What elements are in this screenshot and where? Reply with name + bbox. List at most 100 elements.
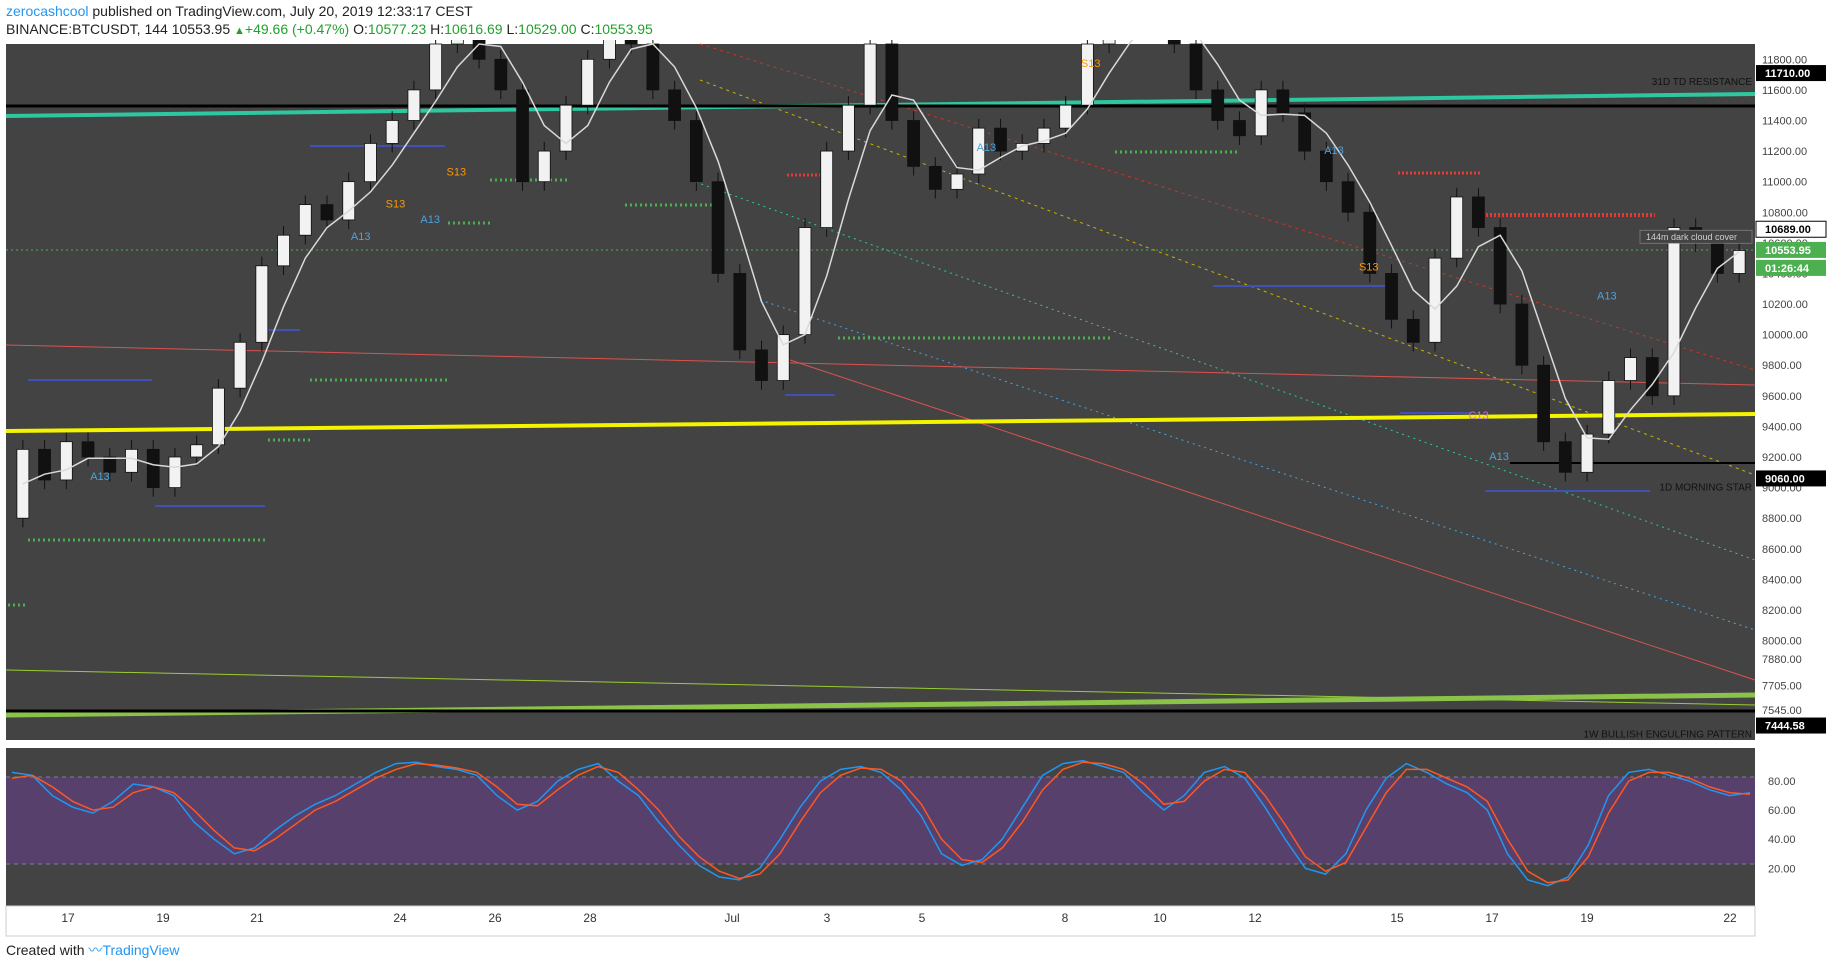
candle-body [125,448,138,473]
candle-body [1667,227,1681,397]
td-marker: S13 [1081,58,1101,70]
publish-line: zerocashcool published on TradingView.co… [6,3,473,19]
price-change: +49.66 (+0.47%) [244,21,350,37]
price-tick-label: 11400.00 [1762,115,1807,127]
candle-body [429,43,443,91]
candle-body [863,43,877,106]
time-tick-label: Jul [724,911,739,925]
time-tick-label: 12 [1248,911,1262,925]
candle-body [1537,364,1550,443]
td-marker: A13 [90,471,110,483]
candle-body [733,273,747,351]
level-annotation: 31D TD RESISTANCE [1652,77,1753,88]
candle-body [711,181,725,274]
time-tick-label: 15 [1390,911,1404,925]
candle-body [1081,43,1094,106]
td-marker: S13 [386,199,406,211]
price-tick-label: 9600.00 [1762,391,1802,403]
price-pane[interactable] [6,44,1755,740]
low-label: L: [506,21,519,37]
time-tick-label: 5 [919,911,926,925]
candle-body [842,104,855,152]
time-tick-label: 19 [156,911,170,925]
candle-body [494,58,508,91]
time-tick-label: 19 [1580,911,1594,925]
candle-body [1189,43,1203,91]
candle-body [689,120,703,183]
candle-body [1233,120,1246,137]
candle-body [385,120,399,144]
candle-body [320,204,334,221]
price-tick-label: 8200.00 [1762,605,1802,617]
candle-body [255,265,269,343]
time-tick-label: 10 [1153,911,1167,925]
price-label-text: 10553.95 [1765,245,1811,257]
candle-body [364,143,377,183]
price-tick-label: 8400.00 [1762,574,1802,586]
author-link[interactable]: zerocashcool [6,3,89,19]
time-tick-label: 17 [61,911,75,925]
price-tick-label: 7545.00 [1762,705,1802,717]
candle-body [146,448,160,489]
candle-body [776,334,790,381]
time-tick-label: 3 [824,911,831,925]
candle-body [1493,227,1507,305]
price-tick-label: 9800.00 [1762,360,1802,372]
candle-body [1211,89,1225,121]
close-label: C: [580,21,595,37]
candle-body [1428,257,1442,343]
candle-body [1515,303,1529,366]
stoch-tick-label: 60.00 [1768,805,1796,817]
price-tick-label: 7880.00 [1762,654,1802,666]
td-marker: S13 [1359,261,1379,273]
price-tick-label: 8600.00 [1762,544,1802,556]
candle-body [1341,181,1355,213]
candle-body [450,40,464,45]
low-value: 10529.00 [518,21,577,37]
price-tick-label: 10800.00 [1762,207,1808,219]
price-tick-label: 11600.00 [1762,85,1807,97]
candle-body [1580,433,1594,473]
candle-body [516,89,529,183]
price-label-text: 10689.00 [1765,224,1811,236]
candle-body [407,89,421,121]
td-marker: A13 [420,214,440,226]
price-tick-label: 8000.00 [1762,636,1802,648]
candle-body [1450,196,1464,259]
time-tick-label: 28 [583,911,597,925]
candle-body [277,234,290,267]
price-tick-label: 10000.00 [1762,330,1808,342]
candle-body [168,456,182,489]
price-tick-label: 8800.00 [1762,513,1802,525]
price-label-text: 11710.00 [1765,68,1810,80]
stoch-tick-label: 20.00 [1768,863,1796,875]
time-tick-label: 17 [1485,911,1499,925]
time-tick-label: 26 [488,911,502,925]
candle-body [233,341,247,389]
price-tick-label: 11200.00 [1762,146,1807,158]
ohlc-line: BINANCE:BTCUSDT, 144 10553.95 ▲+49.66 (+… [6,21,653,37]
stoch-tick-label: 40.00 [1768,834,1796,846]
up-triangle-icon: ▲ [234,25,245,37]
candle-body [798,227,812,336]
price-label-text: 9060.00 [1765,473,1805,485]
candle-body [950,173,964,190]
price-tick-label: 9200.00 [1762,452,1802,464]
price-tick-label: 9400.00 [1762,421,1802,433]
candle-body [581,58,595,106]
high-value: 10616.69 [444,21,503,37]
candle-body [994,127,1007,152]
candle-body [907,120,920,167]
candle-body [1732,250,1746,274]
price-label-text: 01:26:44 [1765,263,1810,275]
candle-body [1059,104,1073,129]
candle-body [472,40,486,60]
price-tick-label: 10200.00 [1762,299,1808,311]
level-annotation: 1W BULLISH ENGULFING PATTERN [1583,730,1752,741]
tradingview-logo-icon[interactable]: 〰 [88,942,102,958]
td-marker: A13 [351,231,371,243]
created-with-label: Created with [6,942,85,958]
tradingview-brand-link[interactable]: TradingView [102,942,179,958]
candle-body [1624,357,1637,381]
price-chart[interactable]: A13A13S13A13S13S13A13 A13S13C13A13A13 31D… [0,40,1828,940]
